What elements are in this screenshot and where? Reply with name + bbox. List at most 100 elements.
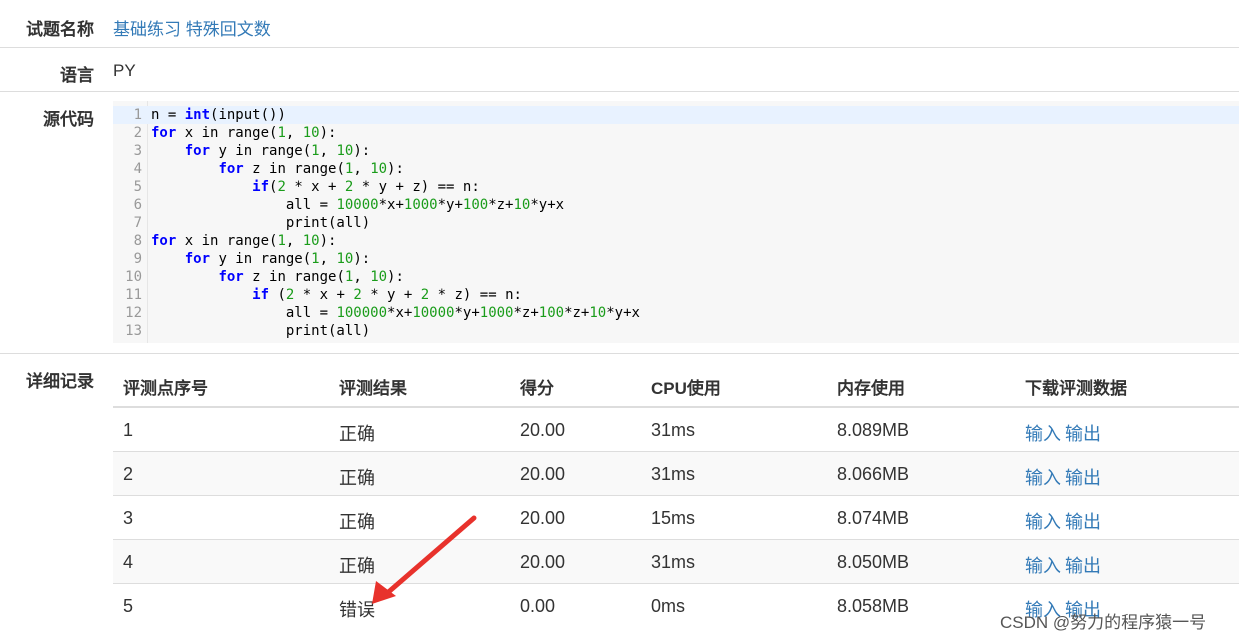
line-number: 12 [125,305,142,321]
code-block[interactable]: 1n = int(input()) 2 for x in range(1, 10):… [113,101,1239,343]
code-text: *y+x [606,305,640,321]
code-number: 100 [462,197,489,213]
cell-score: 0.00 [520,596,556,616]
code-line: 3 for y in range(1, 10): [113,142,1239,160]
code-text: *y+ [437,197,463,213]
line-number: 7 [133,215,142,231]
code-text: * z) == n: [429,287,522,303]
code-number: 10 [370,269,388,285]
cell-result: 正确 [339,424,375,444]
code-number: 1000 [403,197,438,213]
cell-id: 3 [123,508,134,528]
line-code: n = int(input()) [151,106,286,124]
code-text: , [285,233,303,249]
code-text: *z+ [564,305,590,321]
line-code: if (2 * x + 2 * y + 2 * z) == n: [151,286,522,304]
download-output-link[interactable]: 输出 [1065,508,1101,534]
cell-mem: 8.089MB [837,420,910,440]
cell-id: 2 [123,464,134,484]
download-output-link[interactable]: 输出 [1065,464,1101,490]
cell-result: 正确 [339,556,375,576]
line-code: print(all) [151,322,370,340]
code-keyword: for [184,143,211,159]
code-text: z in range( [243,269,345,285]
cell-cpu: 31ms [651,552,696,572]
code-text: all = [151,305,337,321]
code-line: 5 if(2 * x + 2 * y + z) == n: [113,178,1239,196]
code-number: 1000 [479,305,514,321]
code-keyword: int [184,107,211,123]
download-input-link[interactable]: 输入 [1025,420,1061,446]
line-code: all = 100000*x+10000*y+1000*z+100*z+10*y… [151,304,640,322]
line-number: 6 [133,197,142,213]
row-divider [113,539,1239,540]
code-number: 2 [420,287,430,303]
problem-label: 试题名称 [26,20,94,39]
language-value: PY [113,61,136,80]
code-line: 13 print(all) [113,322,1239,340]
code-line: 11 if (2 * x + 2 * y + 2 * z) == n: [113,286,1239,304]
code-text: ): [353,143,371,159]
line-code: if(2 * x + 2 * y + z) == n: [151,178,480,196]
language-label: 语言 [60,66,94,85]
cell-mem: 8.066MB [837,464,910,484]
line-number: 3 [133,143,142,159]
code-text: * x + [285,179,345,195]
cell-id: 4 [123,552,134,572]
code-text: (input()) [210,107,286,123]
download-output-link[interactable]: 输出 [1065,420,1101,446]
code-text: ): [387,269,404,285]
problem-link[interactable]: 基础练习 特殊回文数 [113,15,271,40]
line-code: for z in range(1, 10): [151,268,404,286]
line-number: 9 [133,251,142,267]
download-input-link[interactable]: 输入 [1025,508,1061,534]
header-cpu: CPU使用 [651,379,721,398]
code-text: print(all) [151,323,371,339]
code-line: 6 all = 10000*x+1000*y+100*z+10*y+x [113,196,1239,214]
code-text: y in range( [210,251,312,267]
problem-row: 试题名称 基础练习 特殊回文数 [0,0,1239,47]
code-line: 2 for x in range(1, 10): [113,124,1239,142]
watermark: CSDN @努力的程序猿一号 [1000,613,1207,632]
cell-id: 5 [123,596,134,616]
code-line: 8 for x in range(1, 10): [113,232,1239,250]
code-number: 10000 [336,197,379,213]
details-label: 详细记录 [26,372,94,391]
download-input-link[interactable]: 输入 [1025,552,1061,578]
code-text: print(all) [151,215,371,231]
source-label: 源代码 [43,110,94,129]
code-text: *x+ [378,197,404,213]
row-divider [113,583,1239,584]
code-keyword: for [151,125,177,141]
code-number: 2 [353,287,362,303]
line-code: for y in range(1, 10): [151,250,370,268]
code-keyword: if [252,179,270,195]
code-text: ( [269,287,286,303]
code-number: 1 [277,233,286,249]
code-keyword: if [252,287,270,303]
code-text: n = [151,107,185,123]
line-number: 13 [125,323,142,339]
code-number: 1 [311,251,320,267]
code-number: 10 [302,125,320,141]
code-text: y in range( [210,143,312,159]
code-line: 10 for z in range(1, 10): [113,268,1239,286]
cell-score: 20.00 [520,508,566,528]
code-text: , [285,125,303,141]
download-input-link[interactable]: 输入 [1025,464,1061,490]
code-text: z in range( [243,161,345,177]
code-line: 4 for z in range(1, 10): [113,160,1239,178]
header-divider [113,406,1239,408]
code-number: 100000 [336,305,388,321]
code-number: 10 [302,233,320,249]
download-output-link[interactable]: 输出 [1065,552,1101,578]
code-text: * y + z) == n: [353,179,480,195]
cell-cpu: 0ms [651,596,686,616]
code-text: ): [353,251,371,267]
code-text: x in range( [176,233,278,249]
